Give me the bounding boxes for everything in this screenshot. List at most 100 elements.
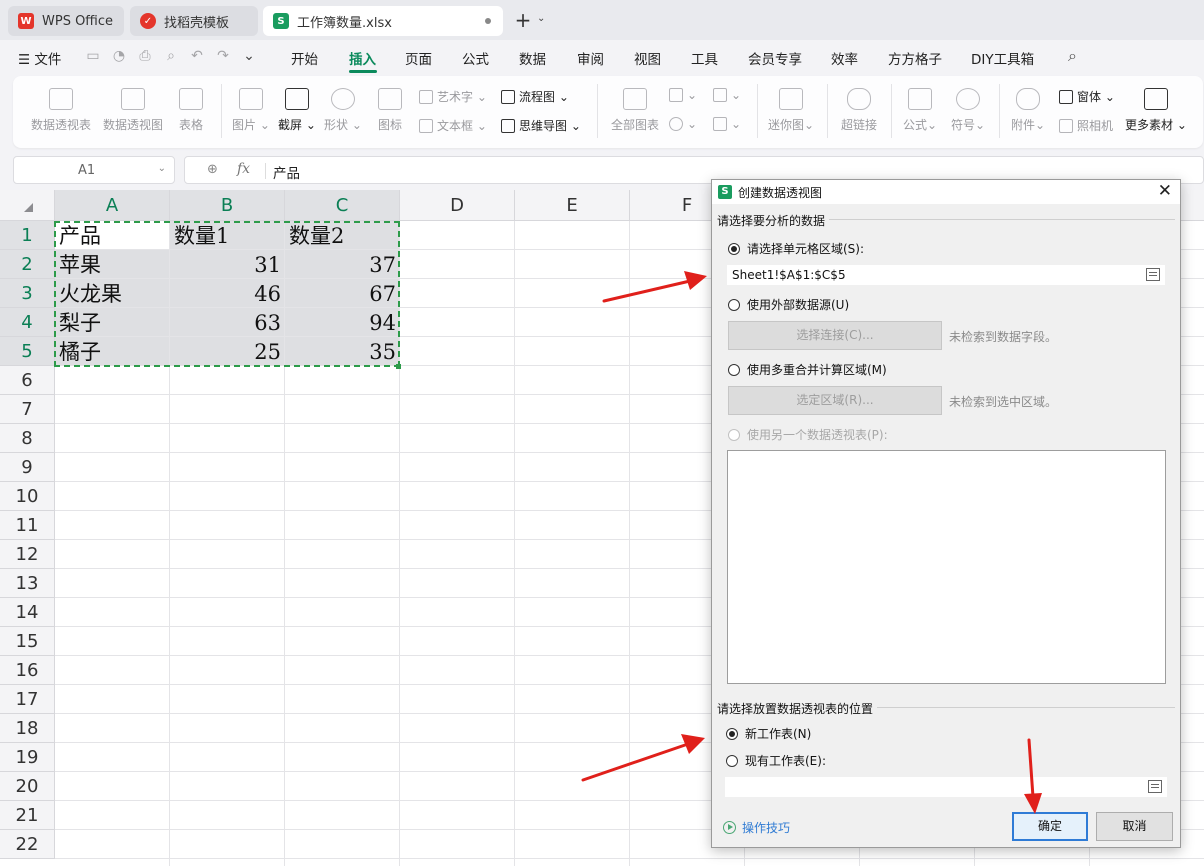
pivot-table-list[interactable] xyxy=(727,450,1166,684)
range-input[interactable]: Sheet1!$A$1:$C$5 xyxy=(727,265,1165,285)
attachment-button[interactable]: 附件⌄ xyxy=(1007,88,1049,133)
picture-button[interactable]: 图片 ⌄ xyxy=(231,88,271,133)
row-header[interactable]: 14 xyxy=(0,598,55,627)
pivot-table-button[interactable]: 数据透视表 xyxy=(29,88,93,133)
dialog-titlebar[interactable]: S 创建数据透视图 ✕ xyxy=(712,180,1180,204)
fx-icon[interactable]: fx xyxy=(237,161,250,177)
radio-other-pivot[interactable]: 使用另一个数据透视表(P): xyxy=(728,426,888,443)
symbol-button[interactable]: 符号⌄ xyxy=(947,88,989,133)
fill-handle[interactable] xyxy=(396,364,401,369)
row-header[interactable]: 15 xyxy=(0,627,55,656)
form-button[interactable]: 窗体 ⌄ xyxy=(1059,88,1115,105)
row-header[interactable]: 11 xyxy=(0,511,55,540)
scatter-chart-dropdown[interactable]: ⌄ xyxy=(713,117,741,131)
cancel-button[interactable]: 取消 xyxy=(1096,812,1173,841)
row-header[interactable]: 16 xyxy=(0,656,55,685)
row-header[interactable]: 5 xyxy=(0,337,55,366)
wordart-button[interactable]: 艺术字 ⌄ xyxy=(419,88,487,105)
menu-view[interactable]: 视图 xyxy=(634,48,661,68)
menu-home[interactable]: 开始 xyxy=(291,48,318,68)
icon-button[interactable]: 图标 xyxy=(373,88,407,133)
redo-icon[interactable]: ↷ xyxy=(214,47,232,65)
column-header-d[interactable]: D xyxy=(400,190,515,221)
shape-button[interactable]: 形状 ⌄ xyxy=(323,88,363,133)
existing-sheet-range-input[interactable] xyxy=(725,777,1167,797)
menu-page[interactable]: 页面 xyxy=(405,48,432,68)
hyperlink-button[interactable]: 超链接 xyxy=(837,88,881,133)
range-picker-icon[interactable] xyxy=(1148,780,1162,793)
menu-fangfang[interactable]: 方方格子 xyxy=(888,48,942,68)
row-header[interactable]: 6 xyxy=(0,366,55,395)
row-header[interactable]: 8 xyxy=(0,424,55,453)
column-header-a[interactable]: A xyxy=(55,190,170,221)
menu-insert[interactable]: 插入 xyxy=(349,48,376,68)
radio-multi-consolidation[interactable]: 使用多重合并计算区域(M) xyxy=(728,361,887,378)
file-menu[interactable]: ☰ 文件 xyxy=(18,48,61,68)
row-header[interactable]: 2 xyxy=(0,250,55,279)
zoom-magnifier-icon[interactable]: ⊕ xyxy=(207,162,218,177)
row-header[interactable]: 10 xyxy=(0,482,55,511)
row-header[interactable]: 13 xyxy=(0,569,55,598)
print-icon[interactable]: ⎙ xyxy=(136,47,154,65)
mindmap-button[interactable]: 思维导图 ⌄ xyxy=(501,117,581,134)
flowchart-button[interactable]: 流程图 ⌄ xyxy=(501,88,569,105)
print-preview-icon[interactable]: ⌕ xyxy=(162,47,180,65)
chevron-down-icon[interactable]: ⌄ xyxy=(537,13,545,24)
more-materials-button[interactable]: 更多素材 ⌄ xyxy=(1125,88,1187,133)
row-header[interactable]: 7 xyxy=(0,395,55,424)
row-header[interactable]: 19 xyxy=(0,743,55,772)
new-tab-plus-icon[interactable]: + xyxy=(512,8,534,32)
select-all-corner[interactable] xyxy=(0,190,55,221)
formula-insert-button[interactable]: 公式⌄ xyxy=(899,88,941,133)
name-box[interactable]: A1 ⌄ xyxy=(13,156,175,184)
pivot-chart-button[interactable]: 数据透视图 xyxy=(101,88,165,133)
chevron-down-icon[interactable]: ⌄ xyxy=(158,163,166,174)
radio-new-sheet[interactable]: 新工作表(N) xyxy=(726,725,811,742)
row-header[interactable]: 3 xyxy=(0,279,55,308)
table-button[interactable]: 表格 xyxy=(173,88,209,133)
quick-access-more-icon[interactable]: ⌄ xyxy=(240,47,258,65)
select-range-button[interactable]: 选定区域(R)... xyxy=(728,386,942,415)
row-header[interactable]: 22 xyxy=(0,830,55,859)
formula-value[interactable]: 产品 xyxy=(273,162,300,182)
menu-data[interactable]: 数据 xyxy=(519,48,546,68)
choose-connection-button[interactable]: 选择连接(C)... xyxy=(728,321,942,350)
camera-button[interactable]: 照相机 xyxy=(1059,117,1113,134)
textbox-button[interactable]: 文本框 ⌄ xyxy=(419,117,487,134)
column-header-c[interactable]: C xyxy=(285,190,400,221)
screenshot-button[interactable]: 截屏 ⌄ xyxy=(277,88,317,133)
tips-link[interactable]: 操作技巧 xyxy=(723,819,790,836)
menu-tools[interactable]: 工具 xyxy=(691,48,718,68)
radio-external-source[interactable]: 使用外部数据源(U) xyxy=(728,296,849,313)
all-charts-button[interactable]: 全部图表 xyxy=(607,88,663,133)
menu-diy-toolbox[interactable]: DIY工具箱 xyxy=(971,48,1034,68)
row-header[interactable]: 9 xyxy=(0,453,55,482)
menu-efficiency[interactable]: 效率 xyxy=(831,48,858,68)
radio-select-range[interactable]: 请选择单元格区域(S): xyxy=(728,240,864,257)
close-icon[interactable]: ✕ xyxy=(1158,181,1172,201)
row-header[interactable]: 17 xyxy=(0,685,55,714)
pie-chart-dropdown[interactable]: ⌄ xyxy=(669,117,697,131)
line-chart-dropdown[interactable]: ⌄ xyxy=(713,88,741,102)
tab-close-icon[interactable] xyxy=(485,18,491,24)
search-icon[interactable]: ⌕ xyxy=(1068,46,1077,66)
column-chart-dropdown[interactable]: ⌄ xyxy=(669,88,697,102)
tab-wps-office[interactable]: W WPS Office xyxy=(8,6,124,36)
tab-workbook[interactable]: S 工作簿数量.xlsx xyxy=(263,6,503,36)
radio-existing-sheet[interactable]: 现有工作表(E): xyxy=(726,752,826,769)
row-header[interactable]: 12 xyxy=(0,540,55,569)
column-header-b[interactable]: B xyxy=(170,190,285,221)
column-header-e[interactable]: E xyxy=(515,190,630,221)
tab-docer-templates[interactable]: ✓ 找稻壳模板 xyxy=(130,6,258,36)
menu-member[interactable]: 会员专享 xyxy=(748,48,802,68)
menu-review[interactable]: 审阅 xyxy=(577,48,604,68)
undo-icon[interactable]: ↶ xyxy=(188,47,206,65)
menu-formula[interactable]: 公式 xyxy=(462,48,489,68)
row-header[interactable]: 21 xyxy=(0,801,55,830)
sparkline-button[interactable]: 迷你图⌄ xyxy=(765,88,817,133)
row-header[interactable]: 1 xyxy=(0,221,55,250)
range-picker-icon[interactable] xyxy=(1146,268,1160,281)
row-header[interactable]: 4 xyxy=(0,308,55,337)
row-header[interactable]: 20 xyxy=(0,772,55,801)
row-header[interactable]: 18 xyxy=(0,714,55,743)
